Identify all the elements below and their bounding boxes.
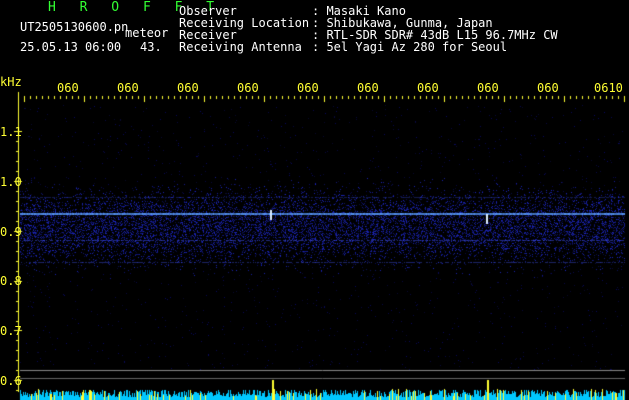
- y-tick-label: 0.6: [0, 374, 22, 388]
- time-tick-label: 0610: [594, 81, 623, 95]
- filename-label: UT2505130600.pn: [20, 20, 129, 34]
- y-tick-label: 0.7: [0, 324, 22, 338]
- time-tick-label: 060: [177, 81, 199, 95]
- meteor-count: 43.: [140, 40, 162, 54]
- time-tick-label: 060: [297, 81, 319, 95]
- time-tick-label: 060: [357, 81, 379, 95]
- antenna-label: Receiving Antenna: [179, 40, 302, 54]
- time-tick-label: 060: [117, 81, 139, 95]
- y-tick-label: 0.9: [0, 225, 22, 239]
- y-tick-label: 1.1: [0, 125, 22, 139]
- time-tick-label: 060: [417, 81, 439, 95]
- y-tick-label: 1.0: [0, 175, 22, 189]
- time-tick-label: 060: [237, 81, 259, 95]
- frequency-unit-label: kHz: [0, 75, 22, 89]
- datetime-label: 25.05.13 06:00: [20, 40, 122, 54]
- time-tick-label: 060: [57, 81, 79, 95]
- y-tick-label: 0.8: [0, 274, 22, 288]
- time-tick-label: 060: [537, 81, 559, 95]
- meteor-label: meteor: [125, 26, 169, 40]
- time-tick-label: 060: [477, 81, 499, 95]
- spectrogram-display: [0, 0, 629, 400]
- antenna-value: : 5el Yagi Az 280 for Seoul: [312, 40, 508, 54]
